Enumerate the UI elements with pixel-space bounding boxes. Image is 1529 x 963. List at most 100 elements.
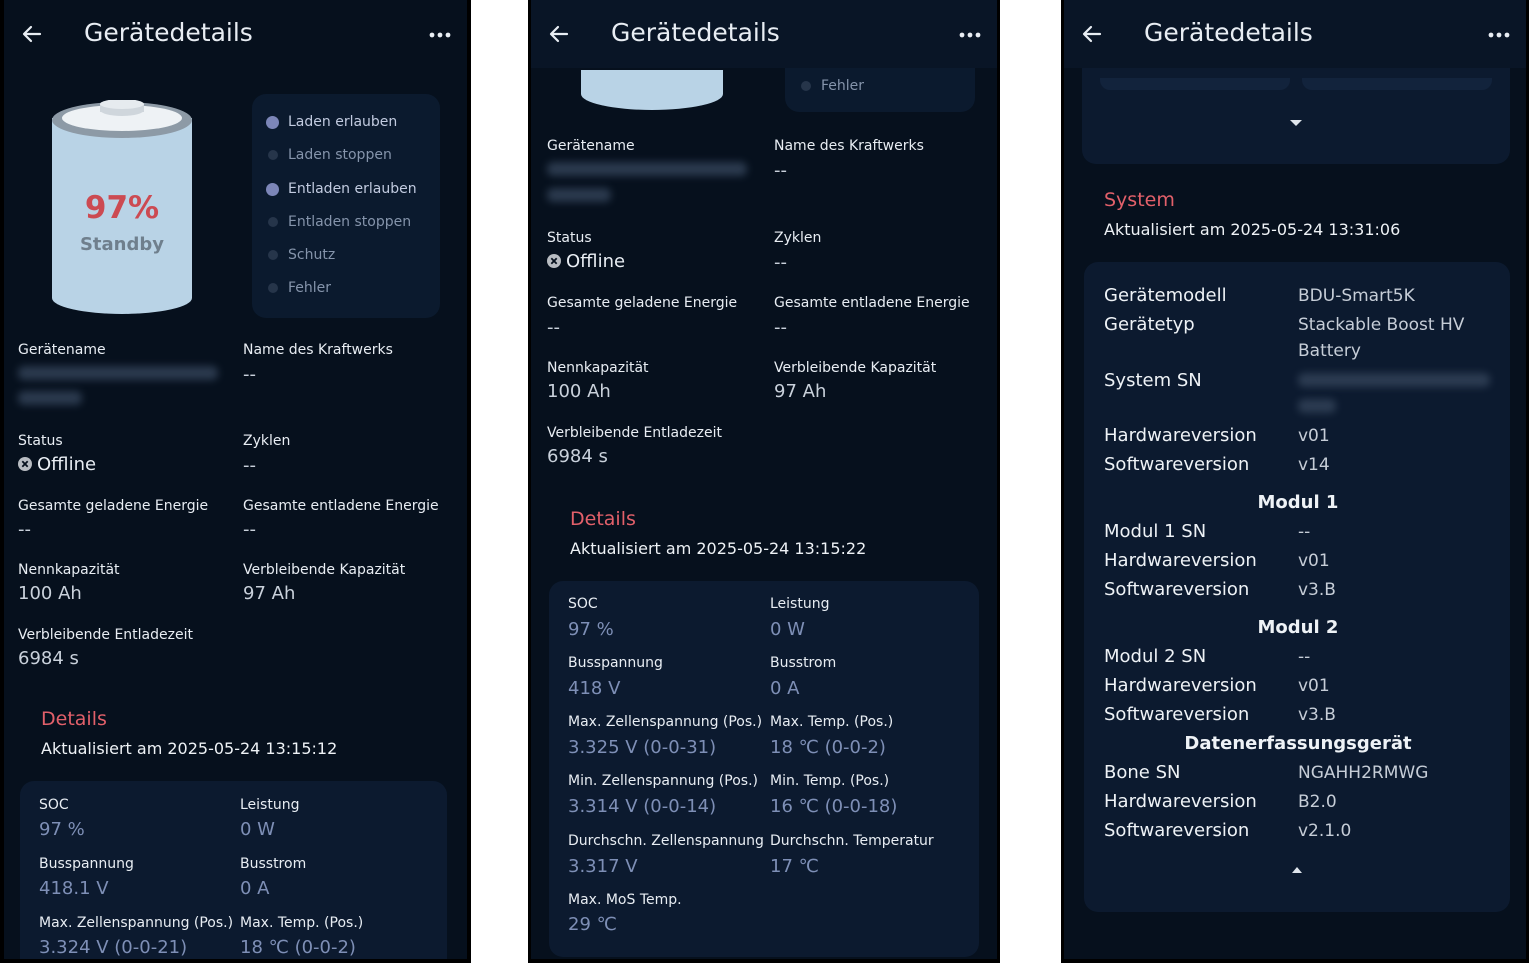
bus-current-value: 0 A (770, 678, 800, 699)
device-name-redacted (18, 391, 82, 405)
soc-value: 97 % (39, 819, 85, 840)
soc-label: SOC (39, 797, 69, 813)
remaining-capacity-value: 97 Ah (774, 381, 827, 402)
offline-icon (547, 254, 561, 268)
system-title: System (1104, 189, 1175, 211)
bone-sn-key: Bone SN (1104, 762, 1181, 783)
nominal-capacity-value: 100 Ah (18, 583, 82, 604)
min-cell-voltage-label: Min. Zellenspannung (Pos.) (568, 773, 758, 789)
module-2-software-value: v3.B (1298, 705, 1336, 725)
bus-current-label: Busstrom (770, 655, 837, 671)
card-tile (1302, 78, 1492, 90)
software-version-value: v14 (1298, 455, 1330, 475)
plant-name-label: Name des Kraftwerks (774, 138, 924, 154)
screen-2: Fehler Gerätedetails Gerätename Name des… (528, 0, 1000, 963)
details-updated: Aktualisiert am 2025-05-24 13:15:22 (570, 539, 867, 558)
datalogger-software-value: v2.1.0 (1298, 821, 1352, 841)
max-cell-voltage-value: 3.325 V (0-0-31) (568, 737, 717, 758)
nominal-capacity-label: Nennkapazität (18, 562, 120, 578)
plant-name-label: Name des Kraftwerks (243, 342, 393, 358)
bus-current-value: 0 A (240, 878, 270, 899)
back-arrow-icon[interactable] (547, 22, 571, 46)
bus-voltage-label: Busspannung (568, 655, 663, 671)
max-temp-label: Max. Temp. (Pos.) (770, 714, 894, 730)
max-cell-voltage-label: Max. Zellenspannung (Pos.) (568, 714, 763, 730)
module-1-software-value: v3.B (1298, 580, 1336, 600)
device-type-value-line2: Battery (1298, 341, 1361, 361)
back-arrow-icon[interactable] (20, 22, 44, 46)
module-1-heading: Modul 1 (1257, 492, 1339, 513)
remaining-capacity-label: Verbleibende Kapazität (774, 360, 937, 376)
module-1-sn-value: -- (1298, 522, 1311, 542)
more-options-icon[interactable] (1488, 32, 1510, 38)
remaining-time-label: Verbleibende Entladezeit (18, 627, 193, 643)
bus-current-label: Busstrom (240, 856, 307, 872)
more-options-icon[interactable] (429, 32, 451, 38)
avg-cell-voltage-value: 3.317 V (568, 856, 638, 877)
plant-name-value: -- (774, 160, 787, 181)
cycles-label: Zyklen (774, 230, 822, 246)
charged-energy-value: -- (547, 317, 560, 338)
charged-energy-label: Gesamte geladene Energie (18, 498, 209, 514)
charged-energy-value: -- (18, 519, 31, 540)
status-label: Status (547, 230, 592, 246)
min-cell-voltage-value: 3.314 V (0-0-14) (568, 796, 717, 817)
soc-value: 97 % (568, 619, 614, 640)
back-arrow-icon[interactable] (1080, 22, 1104, 46)
max-cell-voltage-label: Max. Zellenspannung (Pos.) (39, 915, 234, 931)
more-options-icon[interactable] (959, 32, 981, 38)
remaining-capacity-label: Verbleibende Kapazität (243, 562, 406, 578)
avg-temp-label: Durchschn. Temperatur (770, 833, 934, 849)
discharged-energy-label: Gesamte entladene Energie (774, 295, 970, 311)
system-sn-key: System SN (1104, 370, 1202, 391)
discharged-energy-label: Gesamte entladene Energie (243, 498, 439, 514)
device-name-redacted (18, 366, 218, 380)
remaining-time-label: Verbleibende Entladezeit (547, 425, 722, 441)
datalogger-heading: Datenerfassungsgerät (1184, 733, 1412, 754)
page-title: Gerätedetails (611, 18, 780, 47)
status-label: Status (18, 433, 63, 449)
software-version-key: Softwareversion (1104, 454, 1250, 475)
screen-1: Gerätedetails 97% Standby Laden erlauben… (0, 0, 471, 963)
max-temp-value: 18 ℃ (0-0-2) (240, 937, 356, 958)
max-cell-voltage-value: 3.324 V (0-0-21) (39, 937, 188, 958)
mos-temp-value: 29 ℃ (568, 914, 617, 935)
system-sn-redacted (1298, 373, 1490, 387)
plant-name-value: -- (243, 364, 256, 385)
device-model-value: BDU-Smart5K (1298, 286, 1415, 306)
expand-caret-icon[interactable] (1289, 119, 1303, 127)
avg-cell-voltage-label: Durchschn. Zellenspannung (568, 833, 764, 849)
module-1-sn-key: Modul 1 SN (1104, 521, 1207, 542)
screen-3: Gerätedetails System Aktualisiert am 202… (1061, 0, 1529, 963)
battery-icon (581, 70, 723, 110)
module-2-software-key: Softwareversion (1104, 704, 1250, 725)
device-type-value: Stackable Boost HV (1298, 315, 1465, 335)
device-name-redacted (547, 162, 747, 176)
hardware-version-key: Hardwareversion (1104, 425, 1257, 446)
datalogger-hardware-value: B2.0 (1298, 792, 1337, 812)
max-temp-value: 18 ℃ (0-0-2) (770, 737, 886, 758)
cycles-value: -- (774, 252, 787, 273)
top-bar: Gerätedetails (531, 0, 997, 68)
collapse-caret-icon[interactable] (1291, 866, 1303, 874)
remaining-time-value: 6984 s (547, 446, 608, 467)
power-value: 0 W (240, 819, 275, 840)
cycles-value: -- (243, 455, 256, 476)
remaining-capacity-value: 97 Ah (243, 583, 296, 604)
system-updated: Aktualisiert am 2025-05-24 13:31:06 (1104, 220, 1401, 239)
device-name-label: Gerätename (547, 138, 635, 154)
power-value: 0 W (770, 619, 805, 640)
cycles-label: Zyklen (243, 433, 291, 449)
charged-energy-label: Gesamte geladene Energie (547, 295, 738, 311)
min-temp-label: Min. Temp. (Pos.) (770, 773, 890, 789)
remaining-time-value: 6984 s (18, 648, 79, 669)
device-model-key: Gerätemodell (1104, 285, 1227, 306)
module-2-hardware-key: Hardwareversion (1104, 675, 1257, 696)
details-card: SOC 97 % Leistung 0 W Busspannung 418 V … (549, 581, 979, 957)
nominal-capacity-label: Nennkapazität (547, 360, 649, 376)
bus-voltage-value: 418.1 V (39, 878, 109, 899)
device-name-label: Gerätename (18, 342, 106, 358)
datalogger-hardware-key: Hardwareversion (1104, 791, 1257, 812)
bone-sn-value: NGAHH2RMWG (1298, 763, 1429, 783)
status-value: Offline (37, 454, 97, 475)
